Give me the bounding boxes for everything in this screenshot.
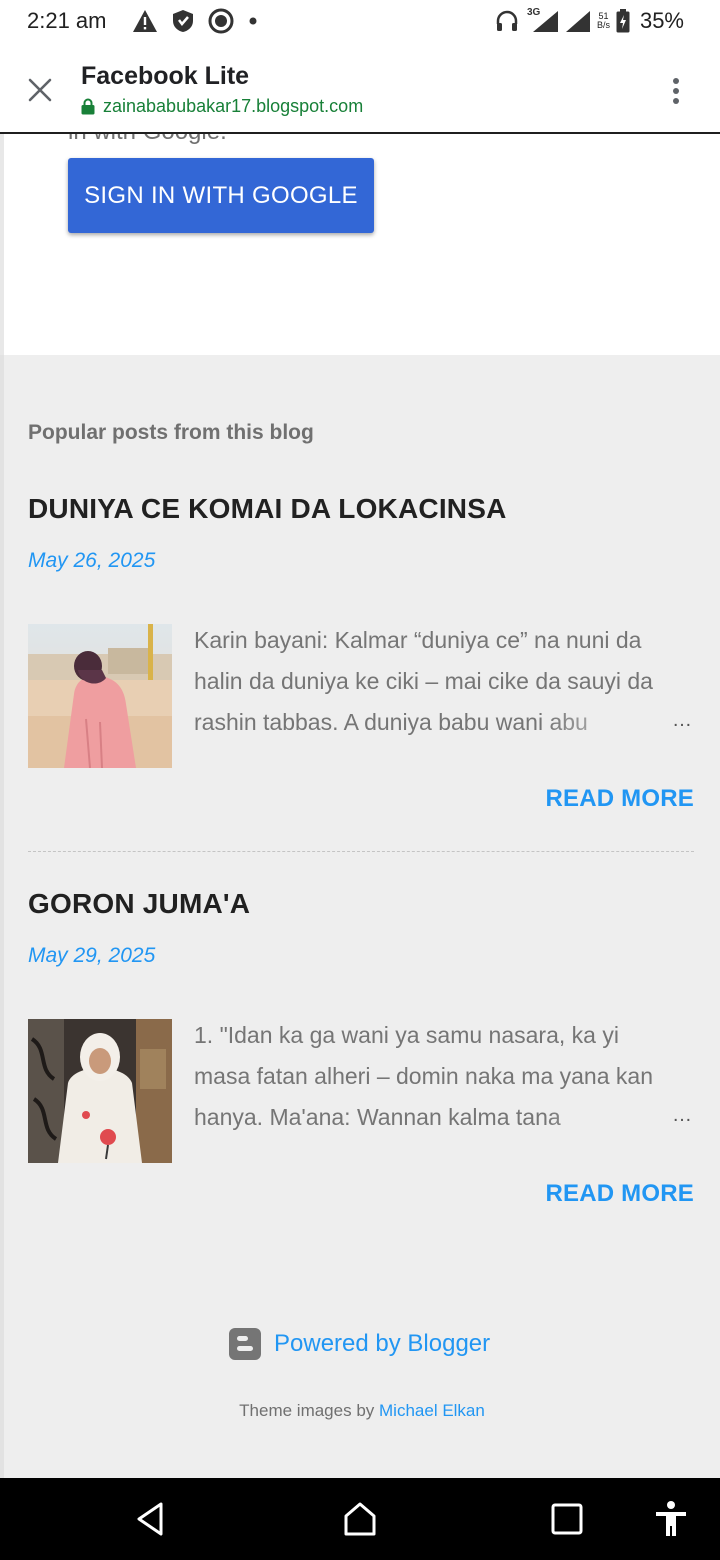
post-item: GORON JUMA'A May 29, 2025 1. "Idan ka ga…	[28, 888, 694, 1208]
theme-credit-prefix: Theme images by	[239, 1401, 375, 1420]
android-nav-bar	[0, 1478, 720, 1560]
home-icon[interactable]	[339, 1498, 381, 1540]
post-item: DUNIYA CE KOMAI DA LOKACINSA May 26, 202…	[28, 493, 694, 813]
toolbar-url[interactable]: zainababubakar17.blogspot.com	[81, 96, 363, 117]
popular-posts-section: Popular posts from this blog DUNIYA CE K…	[0, 355, 720, 1478]
close-icon[interactable]	[26, 76, 54, 104]
battery-percent: 35%	[639, 8, 684, 33]
more-vert-icon[interactable]	[666, 76, 686, 106]
signal-icon	[565, 11, 590, 32]
warning-icon	[133, 10, 157, 32]
sign-in-with-google-button[interactable]: SIGN IN WITH GOOGLE	[68, 158, 374, 233]
comment-signin-section: in with Google. SIGN IN WITH GOOGLE	[0, 134, 720, 355]
back-icon[interactable]	[129, 1498, 171, 1540]
post-title[interactable]: DUNIYA CE KOMAI DA LOKACINSA	[28, 493, 694, 525]
recents-icon[interactable]	[546, 1498, 588, 1540]
read-more-link[interactable]: READ MORE	[546, 785, 694, 813]
popular-posts-heading: Popular posts from this blog	[28, 421, 314, 444]
battery-charging-icon	[616, 9, 630, 33]
accessibility-icon[interactable]	[650, 1498, 692, 1540]
toolbar-title: Facebook Lite	[81, 62, 250, 90]
signin-prompt-text: in with Google.	[68, 134, 227, 146]
post-thumbnail[interactable]	[28, 624, 172, 768]
lock-icon	[81, 98, 95, 115]
post-date[interactable]: May 29, 2025	[28, 944, 155, 968]
status-bar: 2:21 am 3G 51 B/s 35%	[0, 0, 720, 44]
signal-3g-icon: 3G	[525, 7, 559, 33]
snippet-ellipsis: …	[672, 1104, 692, 1126]
network-speed: 51 B/s	[596, 11, 610, 30]
theme-credit: Theme images by Michael Elkan	[4, 1401, 720, 1421]
snippet-ellipsis: …	[672, 709, 692, 731]
status-notification-icons	[132, 8, 258, 34]
dot-icon	[249, 17, 257, 25]
blogger-icon	[229, 1328, 261, 1360]
post-thumbnail[interactable]	[28, 1019, 172, 1163]
status-system-icons: 3G 51 B/s 35%	[495, 7, 684, 34]
theme-author-link[interactable]: Michael Elkan	[379, 1401, 485, 1420]
url-text: zainababubakar17.blogspot.com	[103, 96, 364, 116]
status-time: 2:21 am	[27, 8, 107, 33]
browser-toolbar: Facebook Lite zainababubakar17.blogspot.…	[0, 44, 720, 134]
post-date[interactable]: May 26, 2025	[28, 549, 155, 573]
post-title[interactable]: GORON JUMA'A	[28, 888, 694, 920]
read-more-link[interactable]: READ MORE	[546, 1180, 694, 1208]
post-divider	[28, 851, 694, 852]
powered-by-text: Powered by Blogger	[274, 1330, 491, 1357]
whatsapp-icon	[208, 8, 234, 34]
powered-by-blogger[interactable]: Powered by Blogger	[228, 1327, 490, 1361]
shield-icon	[173, 10, 193, 32]
headphones-icon	[496, 10, 518, 31]
